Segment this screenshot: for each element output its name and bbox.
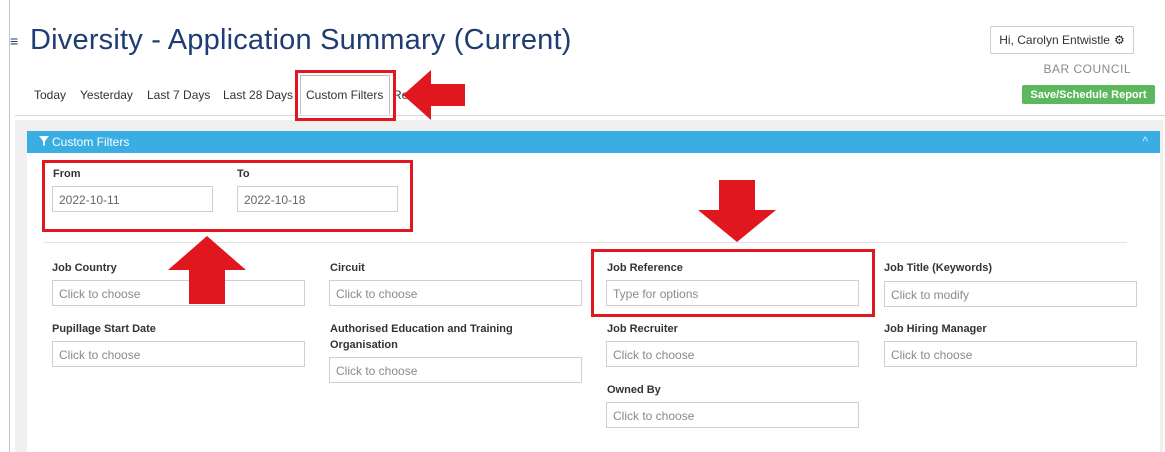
user-menu[interactable]: Hi, Carolyn Entwistle ⚙ xyxy=(990,26,1134,54)
tab-last-28-days[interactable]: Last 28 Days xyxy=(223,88,293,102)
owned-by-label: Owned By xyxy=(607,384,661,396)
page-title: Diversity - Application Summary (Current… xyxy=(30,24,572,56)
chevron-up-icon[interactable]: ^ xyxy=(1142,134,1148,148)
tabs-divider xyxy=(15,115,1165,116)
gear-icon: ⚙ xyxy=(1113,33,1125,47)
annotation-box-job-reference xyxy=(591,249,875,317)
circuit-label: Circuit xyxy=(330,262,365,274)
job-hiring-manager-label: Job Hiring Manager xyxy=(884,323,987,335)
circuit-select[interactable]: Click to choose xyxy=(329,280,582,306)
owned-by-select[interactable]: Click to choose xyxy=(606,402,859,428)
annotation-box-date-range xyxy=(42,160,413,232)
aeto-label-line2: Organisation xyxy=(330,339,398,351)
job-recruiter-select[interactable]: Click to choose xyxy=(606,341,859,367)
pupillage-start-date-label: Pupillage Start Date xyxy=(52,323,156,335)
pupillage-start-date-select[interactable]: Click to choose xyxy=(52,341,305,367)
arrow-down-icon xyxy=(698,180,776,242)
annotation-box-custom-filters-tab xyxy=(295,70,396,121)
menu-icon[interactable]: ≡ xyxy=(10,34,18,48)
organisation-name: BAR COUNCIL xyxy=(1043,62,1131,76)
panel-title: Custom Filters xyxy=(52,135,130,149)
user-greeting: Hi, Carolyn Entwistle xyxy=(999,33,1110,47)
arrow-up-icon xyxy=(168,236,246,304)
job-title-input[interactable]: Click to modify xyxy=(884,281,1137,307)
tab-last-7-days[interactable]: Last 7 Days xyxy=(147,88,210,102)
tab-today[interactable]: Today xyxy=(34,88,66,102)
aeto-label-line1: Authorised Education and Training xyxy=(330,323,513,335)
aeto-select[interactable]: Click to choose xyxy=(329,357,582,383)
job-recruiter-label: Job Recruiter xyxy=(607,323,678,335)
job-title-label: Job Title (Keywords) xyxy=(884,262,992,274)
job-hiring-manager-select[interactable]: Click to choose xyxy=(884,341,1137,367)
save-schedule-report-button[interactable]: Save/Schedule Report xyxy=(1022,85,1155,104)
left-border xyxy=(9,0,10,452)
custom-filters-header[interactable]: Custom Filters ^ xyxy=(27,131,1160,153)
tab-yesterday[interactable]: Yesterday xyxy=(80,88,133,102)
job-country-label: Job Country xyxy=(52,262,117,274)
arrow-left-icon xyxy=(403,70,465,120)
filter-icon xyxy=(39,135,49,149)
